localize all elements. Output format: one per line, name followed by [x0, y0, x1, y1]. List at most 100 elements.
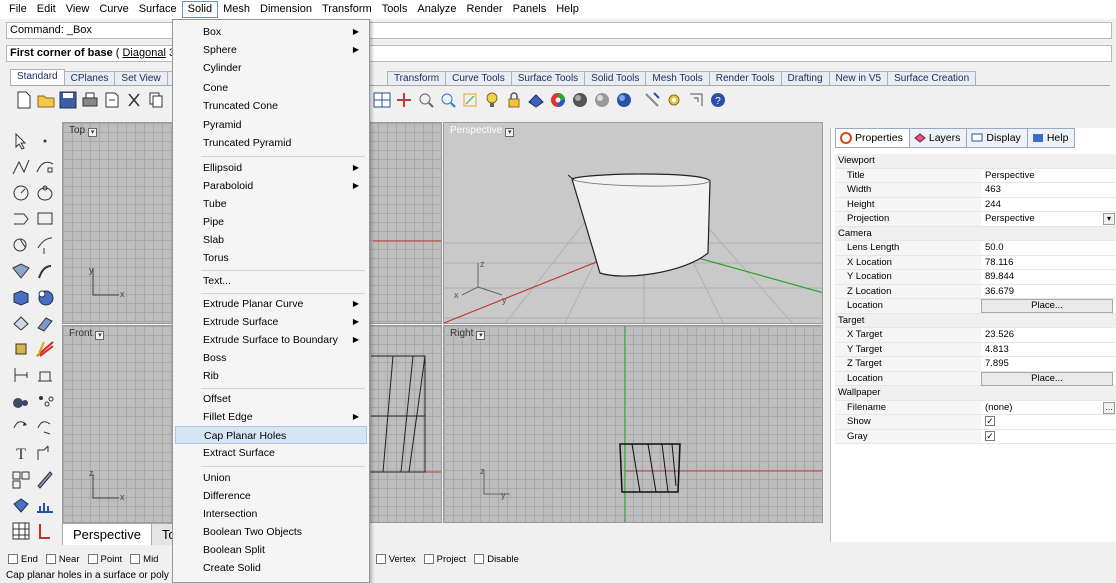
point-icon[interactable]	[34, 130, 56, 152]
tab-layers[interactable]: Layers	[908, 128, 968, 148]
menu-item-pyramid[interactable]: Pyramid	[175, 116, 367, 134]
prompt-option-diagonal[interactable]: Diagonal	[122, 47, 165, 59]
open-folder-icon[interactable]	[36, 90, 56, 110]
menu-item-text[interactable]: Text...	[175, 272, 367, 290]
tab-mesh-tools[interactable]: Mesh Tools	[645, 71, 710, 85]
tools-icon[interactable]	[642, 90, 662, 110]
menu-item-fillet-edge[interactable]: Fillet Edge ▶	[175, 408, 367, 426]
tab-drafting[interactable]: Drafting	[780, 71, 830, 85]
help-icon[interactable]: ?	[708, 90, 728, 110]
prop-y-location-value[interactable]: 89.844	[981, 270, 1116, 284]
cut-icon[interactable]	[124, 90, 144, 110]
osnap-disable[interactable]: Disable	[474, 554, 519, 565]
menu-render[interactable]: Render	[462, 1, 508, 18]
tab-curve-tools[interactable]: Curve Tools	[445, 71, 512, 85]
grid-block-icon[interactable]	[10, 520, 32, 542]
block-icon[interactable]	[10, 468, 32, 490]
menu-item-truncated-cone[interactable]: Truncated Cone	[175, 97, 367, 115]
circle-icon[interactable]	[10, 182, 32, 204]
extrude-icon[interactable]	[34, 312, 56, 334]
box-solid-icon[interactable]	[10, 286, 32, 308]
zoom-extents-icon[interactable]	[460, 90, 480, 110]
menu-item-extract-surface[interactable]: Extract Surface	[175, 444, 367, 462]
print-icon[interactable]	[80, 90, 100, 110]
surface-tools-icon[interactable]	[10, 260, 32, 282]
menu-edit[interactable]: Edit	[32, 1, 61, 18]
options-gear-icon[interactable]	[664, 90, 684, 110]
lights-icon[interactable]	[482, 90, 502, 110]
tab-cplanes[interactable]: CPlanes	[63, 71, 116, 85]
drafting-icon[interactable]	[34, 468, 56, 490]
viewport-perspective[interactable]: z x y Perspective ▾	[443, 122, 823, 324]
prop-filename-value[interactable]: (none)…	[981, 401, 1116, 415]
viewport-title-perspective[interactable]: Perspective ▾	[448, 125, 516, 137]
menu-transform[interactable]: Transform	[317, 1, 377, 18]
prop-title-value[interactable]: Perspective	[981, 169, 1116, 183]
rendered-sphere-icon[interactable]	[614, 90, 634, 110]
menu-help[interactable]: Help	[551, 1, 584, 18]
menu-item-truncated-pyramid[interactable]: Truncated Pyramid	[175, 134, 367, 152]
rectangle-icon[interactable]	[34, 208, 56, 230]
import-icon[interactable]	[102, 90, 122, 110]
prop-x-target-value[interactable]: 23.526	[981, 328, 1116, 342]
target-place-button[interactable]: Place...	[981, 371, 1113, 386]
analyze-icon[interactable]	[10, 390, 32, 412]
menu-item-boolean-split[interactable]: Boolean Split	[175, 541, 367, 559]
menu-item-cap-planar-holes[interactable]: Cap Planar Holes	[175, 426, 367, 444]
variable-fillet-icon[interactable]	[34, 520, 56, 542]
gray-checkbox[interactable]: ✓	[985, 430, 995, 441]
menu-item-rib[interactable]: Rib	[175, 367, 367, 385]
menu-surface[interactable]: Surface	[134, 1, 182, 18]
menu-dimension[interactable]: Dimension	[255, 1, 317, 18]
menu-item-slab[interactable]: Slab	[175, 231, 367, 249]
menu-item-extrude-surface[interactable]: Extrude Surface ▶	[175, 313, 367, 331]
pan-icon[interactable]	[394, 90, 414, 110]
viewport-menu-icon[interactable]: ▾	[505, 128, 515, 137]
tab-surface-creation[interactable]: Surface Creation	[887, 71, 977, 85]
menu-item-intersection[interactable]: Intersection	[175, 505, 367, 523]
menu-mesh[interactable]: Mesh	[218, 1, 255, 18]
menu-item-sphere[interactable]: Sphere ▶	[175, 41, 367, 59]
browse-icon[interactable]: …	[1103, 401, 1115, 414]
prop-x-location-value[interactable]: 78.116	[981, 256, 1116, 270]
loft-icon[interactable]	[34, 260, 56, 282]
text-icon[interactable]: T	[10, 442, 32, 464]
tab-surface-tools[interactable]: Surface Tools	[510, 71, 586, 85]
mesh-icon[interactable]	[10, 312, 32, 334]
transform-tools-icon[interactable]	[10, 338, 32, 360]
osnap-point[interactable]: Point	[87, 554, 122, 565]
prop-z-target-value[interactable]: 7.895	[981, 357, 1116, 371]
menu-tools[interactable]: Tools	[377, 1, 413, 18]
tab-set-view[interactable]: Set View	[114, 71, 168, 85]
checkbox[interactable]	[45, 554, 56, 564]
osnap-project[interactable]: Project	[423, 554, 466, 565]
array-icon[interactable]	[34, 364, 56, 386]
tab-new-in-v5[interactable]: New in V5	[828, 71, 889, 85]
menu-view[interactable]: View	[61, 1, 95, 18]
menu-curve[interactable]: Curve	[94, 1, 133, 18]
menu-file[interactable]: File	[4, 1, 32, 18]
prop-height-value[interactable]: 244	[981, 198, 1116, 212]
camera-place-button[interactable]: Place...	[981, 299, 1113, 313]
checkbox[interactable]	[130, 554, 141, 564]
render-sphere-icon[interactable]	[570, 90, 590, 110]
menu-solid[interactable]: Solid	[181, 1, 219, 18]
checkbox[interactable]	[8, 554, 18, 564]
tab-display[interactable]: Display	[966, 128, 1028, 148]
menu-panels[interactable]: Panels	[508, 1, 552, 18]
prop-width-value[interactable]: 463	[981, 183, 1116, 197]
menu-item-create-solid[interactable]: Create Solid	[175, 559, 367, 577]
viewport-layout-icon[interactable]	[372, 90, 392, 110]
curve-from-object-icon[interactable]	[34, 234, 56, 256]
menu-item-offset[interactable]: Offset	[175, 390, 367, 408]
menu-item-paraboloid[interactable]: Paraboloid ▶	[175, 177, 367, 195]
menu-item-boss[interactable]: Boss	[175, 349, 367, 367]
menu-item-ellipsoid[interactable]: Ellipsoid ▶	[175, 159, 367, 177]
prop-lens-length-value[interactable]: 50.0	[981, 241, 1116, 255]
zoom-icon[interactable]	[416, 90, 436, 110]
arc-icon[interactable]	[10, 208, 32, 230]
osnap-end[interactable]: End	[8, 554, 38, 565]
render-color-wheel-icon[interactable]	[548, 90, 568, 110]
checkbox[interactable]	[375, 554, 386, 564]
viewport-right[interactable]: Right ▾ z y	[443, 325, 823, 523]
